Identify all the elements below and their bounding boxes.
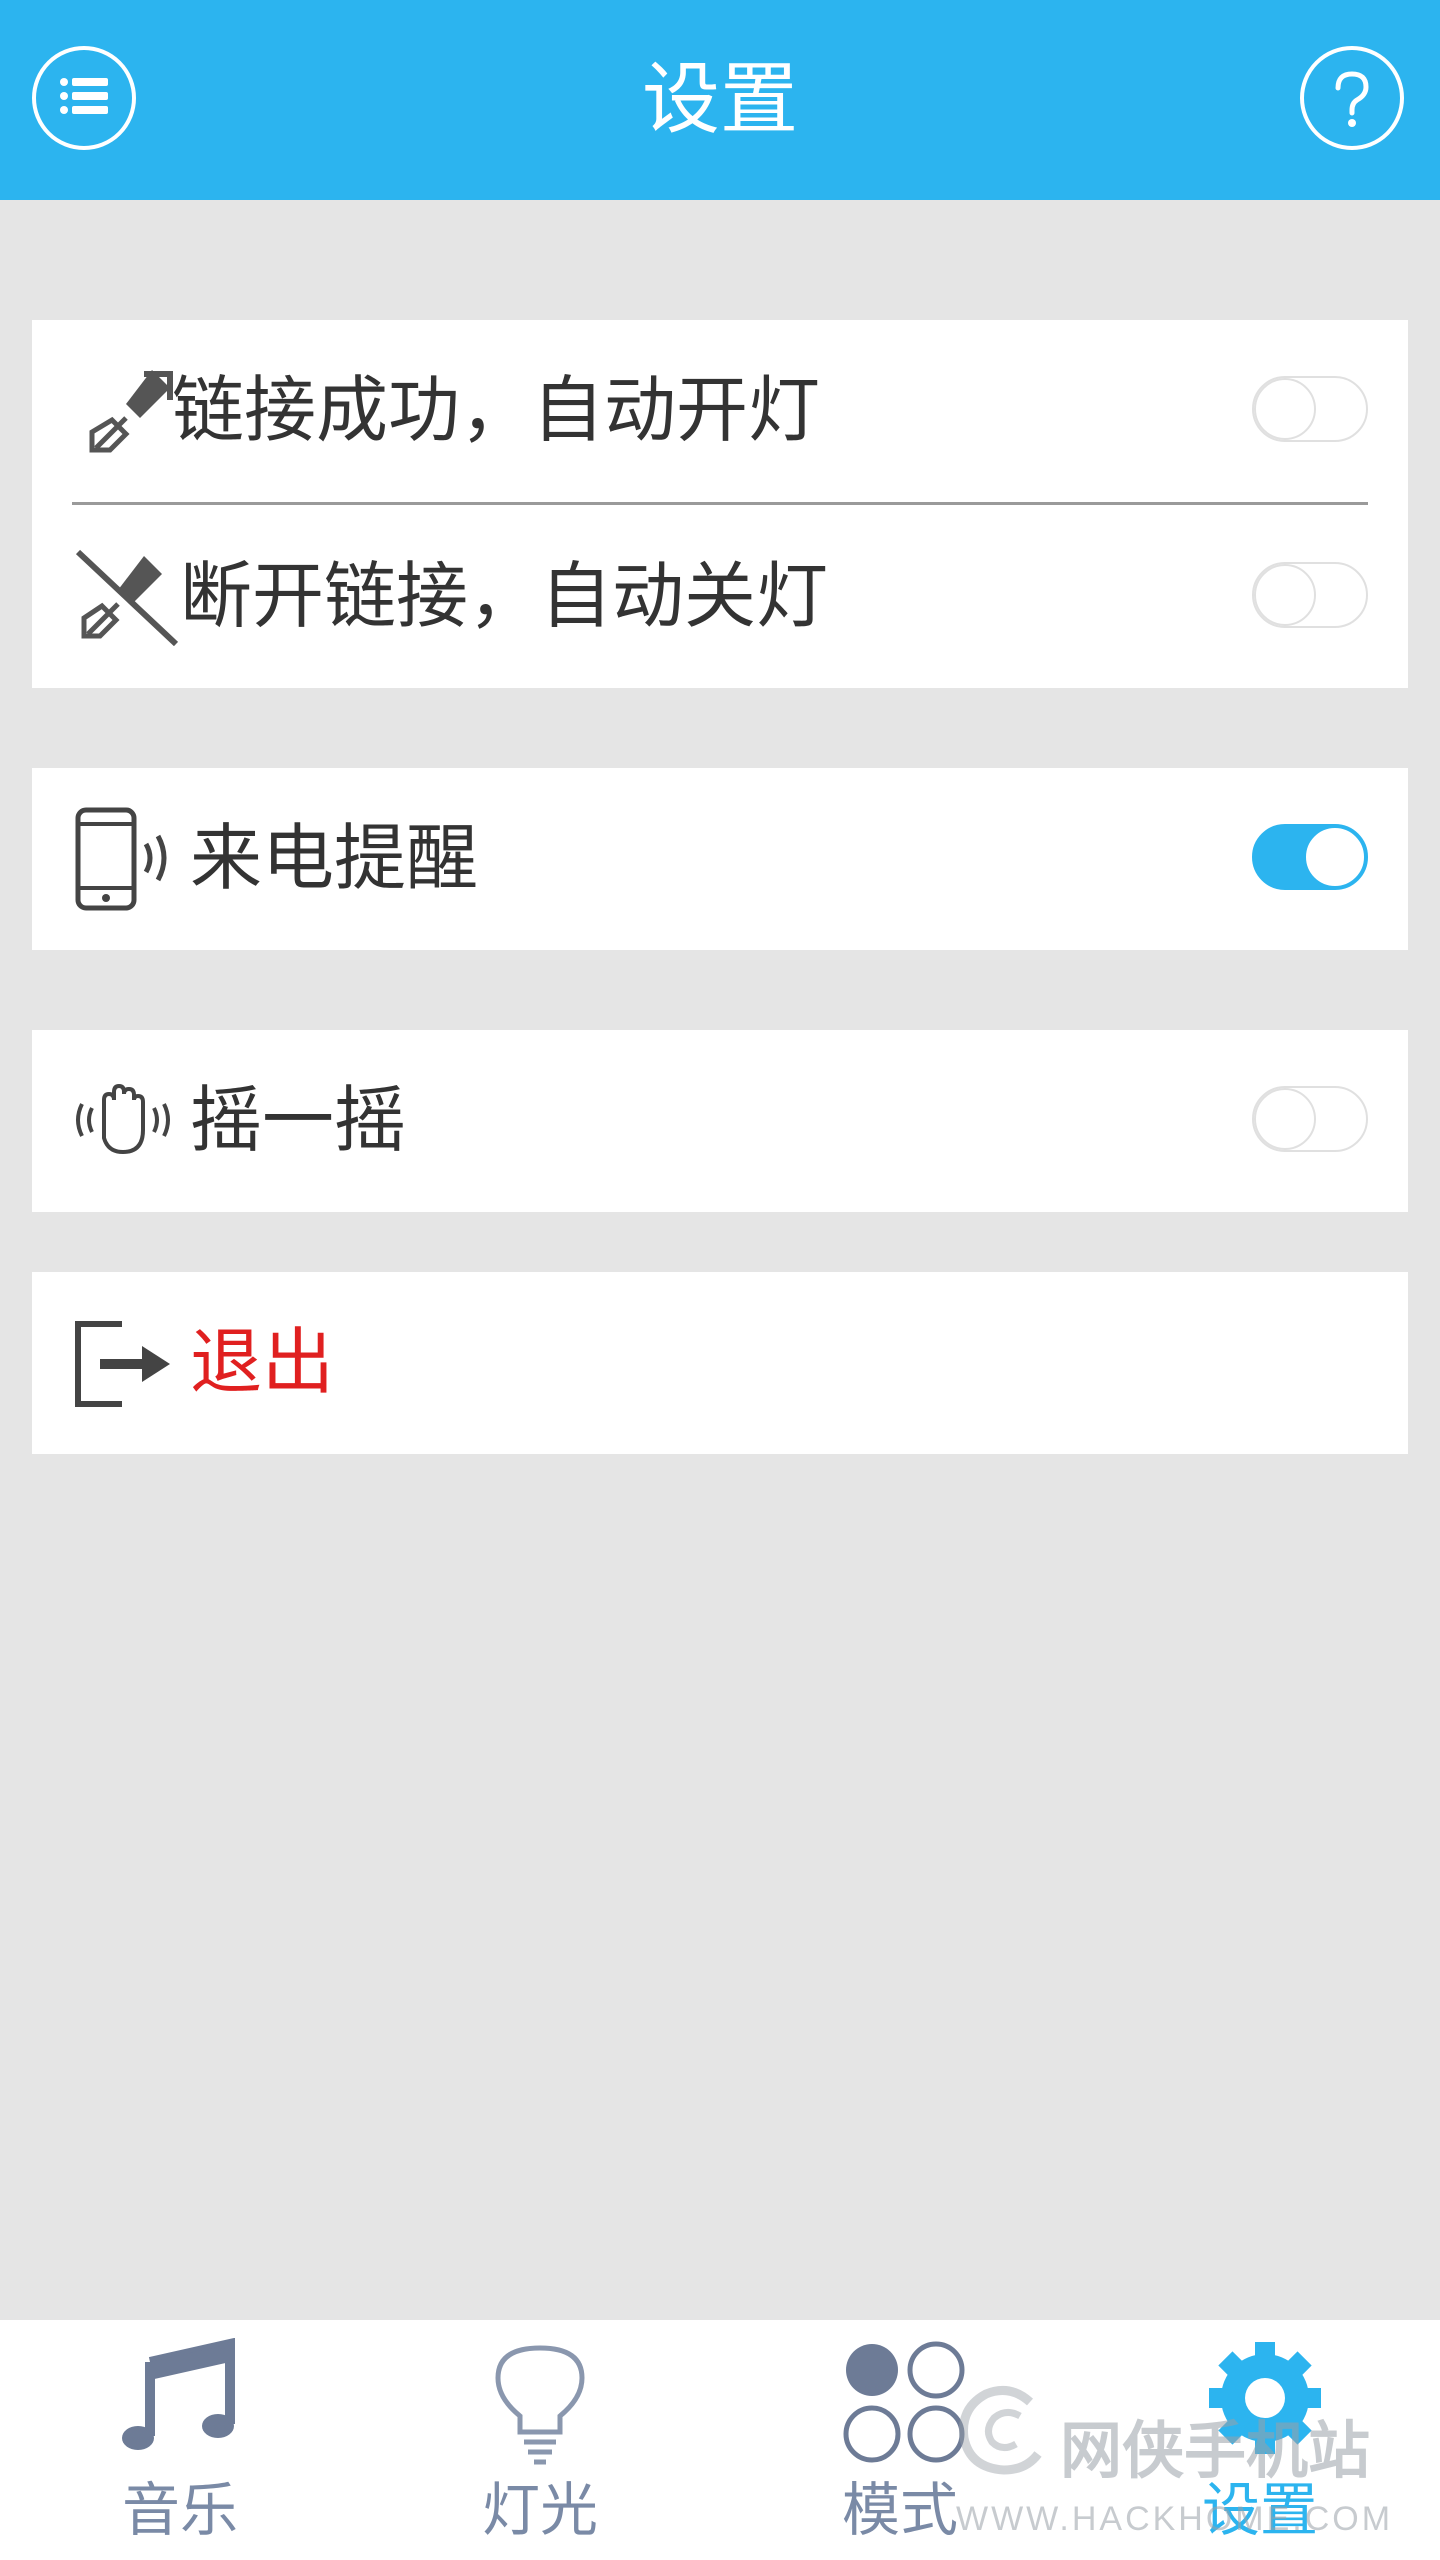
tab-label: 灯光: [481, 2476, 598, 2544]
setting-row-call-reminder[interactable]: 来电提醒: [32, 768, 1408, 948]
tab-light[interactable]: 灯光: [360, 2320, 720, 2560]
page-title: 设置: [641, 55, 798, 145]
light-bulb-icon: [495, 2345, 585, 2465]
shake-hand-icon: [76, 1083, 170, 1155]
shake-toggle[interactable]: [1252, 1086, 1368, 1152]
watermark-url: WWW.HACKHOME.COM: [956, 2500, 1394, 2538]
setting-row-connect-on[interactable]: 链接成功，自动开灯: [32, 320, 1408, 500]
setting-label: 断开链接，自动关灯: [180, 554, 829, 638]
help-icon: [1335, 71, 1369, 127]
tab-label: 音乐: [121, 2476, 238, 2544]
toggle-knob: [1254, 378, 1316, 440]
disconnect-off-toggle[interactable]: [1252, 562, 1368, 628]
top-bar: 设置: [0, 0, 1440, 200]
logout-label: 退出: [190, 1320, 335, 1404]
setting-row-disconnect-off[interactable]: 断开链接，自动关灯: [32, 506, 1408, 686]
music-note-icon: [122, 2338, 235, 2450]
setting-label: 来电提醒: [190, 816, 479, 900]
toggle-knob: [1254, 564, 1316, 626]
logout-button[interactable]: 退出: [32, 1272, 1408, 1452]
watermark-name: 网侠手机站: [1060, 2417, 1371, 2486]
watermark-logo-icon: [958, 2385, 1042, 2475]
setting-row-shake[interactable]: 摇一摇: [32, 1030, 1408, 1210]
divider: [72, 502, 1368, 505]
call-reminder-toggle[interactable]: [1252, 824, 1368, 890]
help-button[interactable]: [1300, 46, 1404, 150]
auto-light-card: 链接成功，自动开灯 断开链接，自动关灯: [32, 320, 1408, 688]
toggle-knob: [1304, 826, 1366, 888]
toggle-knob: [1254, 1088, 1316, 1150]
tab-music[interactable]: 音乐: [0, 2320, 360, 2560]
setting-label: 链接成功，自动开灯: [172, 368, 821, 452]
phone-ring-icon: [75, 807, 167, 911]
unlink-icon: [75, 549, 179, 646]
connect-on-toggle[interactable]: [1252, 376, 1368, 442]
logout-card: 退出: [32, 1272, 1408, 1454]
link-icon: [89, 370, 173, 453]
shake-card: 摇一摇: [32, 1030, 1408, 1212]
call-reminder-card: 来电提醒: [32, 768, 1408, 950]
logout-icon: [75, 1321, 170, 1407]
setting-label: 摇一摇: [190, 1078, 407, 1162]
